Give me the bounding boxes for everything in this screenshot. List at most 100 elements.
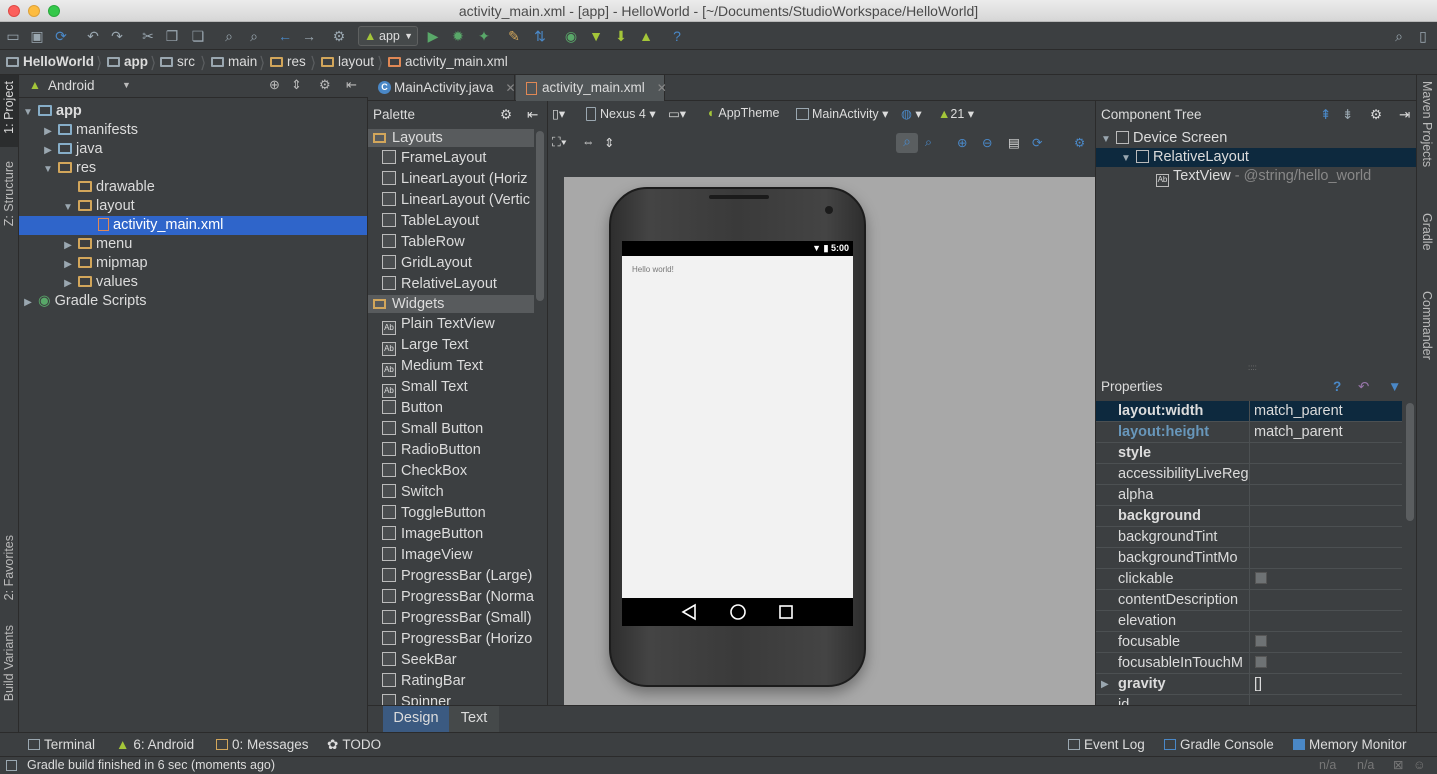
zoom-actual-icon[interactable]: ⌕ (896, 133, 918, 153)
gear-icon[interactable]: ⚙ (319, 77, 331, 93)
properties-scrollbar[interactable] (1406, 403, 1414, 521)
palette-item-relativelayout[interactable]: RelativeLayout (382, 274, 537, 295)
palette-item-progressbar-large-[interactable]: ProgressBar (Large) (382, 566, 537, 587)
palette-item-switch[interactable]: Switch (382, 482, 537, 503)
gear-icon[interactable]: ⚙ (1074, 135, 1085, 150)
zoom-fit-screen-icon[interactable]: ⌕ (925, 135, 932, 150)
sdk-manager-icon[interactable]: ▼ (587, 27, 605, 45)
maven-projects-tool-label[interactable]: Maven Projects (1420, 81, 1434, 167)
property-value[interactable] (1249, 527, 1402, 548)
run-icon[interactable]: ▶ (424, 27, 442, 45)
property-row-contentdescription[interactable]: contentDescription (1096, 590, 1402, 611)
property-row-alpha[interactable]: alpha (1096, 485, 1402, 506)
property-row-id[interactable]: id (1096, 695, 1402, 705)
paste-icon[interactable]: ❏ (189, 27, 207, 45)
palette-item-gridlayout[interactable]: GridLayout (382, 253, 537, 274)
property-row-style[interactable]: style (1096, 443, 1402, 464)
property-row-backgroundtintmo[interactable]: backgroundTintMo (1096, 548, 1402, 569)
palette-item-ratingbar[interactable]: RatingBar (382, 671, 537, 692)
property-row-focusableintouchm[interactable]: focusableInTouchM (1096, 653, 1402, 674)
presentation-icon[interactable]: ▯ (1414, 27, 1432, 45)
inspector-icon[interactable]: ☺ (1413, 757, 1426, 774)
property-value[interactable] (1249, 569, 1402, 590)
property-row-layout-height[interactable]: layout:height match_parent (1096, 422, 1402, 443)
tab-design[interactable]: Design (383, 706, 449, 732)
avd-manager-icon[interactable]: ◉ (562, 27, 580, 45)
palette-item-small-text[interactable]: Ab Small Text (382, 377, 537, 398)
palette-item-progressbar-small-[interactable]: ProgressBar (Small) (382, 608, 537, 629)
tree-item-gradle-scripts[interactable]: ▶ ◉ Gradle Scripts (19, 292, 367, 311)
expand-vertical-icon[interactable]: ⇕ (604, 135, 614, 150)
chevron-right-icon[interactable]: ▶ (1101, 674, 1109, 695)
palette-item-progressbar-norma[interactable]: ProgressBar (Norma (382, 587, 537, 608)
tree-item-layout[interactable]: ▼ layout (19, 197, 367, 216)
property-row-gravity[interactable]: ▶ gravity [] (1096, 674, 1402, 695)
property-row-accessibilitylivereg[interactable]: accessibilityLiveReg (1096, 464, 1402, 485)
cut-icon[interactable]: ✂ (139, 27, 157, 45)
chevron-right-icon[interactable]: ▶ (62, 274, 74, 293)
property-row-clickable[interactable]: clickable (1096, 569, 1402, 590)
activity-select[interactable]: MainActivity ▾ (796, 106, 888, 121)
palette-item-plain-textview[interactable]: Ab Plain TextView (382, 314, 537, 335)
breadcrumb-res[interactable]: res (270, 54, 306, 69)
chevron-right-icon[interactable]: ▶ (22, 293, 34, 312)
attach-debugger-icon[interactable]: ✦ (475, 27, 493, 45)
structure-tool-label[interactable]: Z: Structure (2, 161, 16, 226)
property-row-layout-width[interactable]: layout:width match_parent (1096, 401, 1402, 422)
event-log-button[interactable]: Event Log (1068, 737, 1145, 752)
android-monitor-icon[interactable]: ⬇ (612, 27, 630, 45)
preview-textview[interactable]: Hello world! (632, 265, 674, 274)
chevron-right-icon[interactable]: ▶ (42, 122, 54, 141)
sync-icon[interactable]: ⟳ (52, 27, 70, 45)
breadcrumb-helloworld[interactable]: HelloWorld (6, 54, 94, 69)
property-checkbox[interactable] (1255, 656, 1267, 668)
breadcrumb-app[interactable]: app (107, 54, 148, 69)
forward-icon[interactable]: → (300, 27, 318, 45)
palette-group-widgets[interactable]: Widgets (368, 295, 534, 313)
android-monitor-button[interactable]: ▲ 6: Android (116, 737, 194, 752)
chevron-right-icon[interactable]: ▶ (62, 255, 74, 274)
palette-item-radiobutton[interactable]: RadioButton (382, 440, 537, 461)
open-icon[interactable]: ▭ (4, 27, 22, 45)
commander-tool-label[interactable]: Commander (1420, 291, 1434, 360)
palette-item-tablelayout[interactable]: TableLayout (382, 211, 537, 232)
property-row-backgroundtint[interactable]: backgroundTint (1096, 527, 1402, 548)
chevron-down-icon[interactable]: ▼ (1120, 149, 1132, 168)
property-value[interactable] (1249, 632, 1402, 653)
project-structure-icon[interactable]: ✎ (505, 27, 523, 45)
ddms-icon[interactable]: ▲ (637, 27, 655, 45)
theme-select[interactable]: ◐ AppTheme (708, 106, 780, 120)
chevron-down-icon[interactable]: ▼ (122, 80, 131, 90)
tree-item-drawable[interactable]: drawable (19, 178, 367, 197)
property-checkbox[interactable] (1255, 572, 1267, 584)
minimize-window-button[interactable] (28, 5, 40, 17)
find-icon[interactable]: ⌕ (220, 27, 238, 45)
chevron-down-icon[interactable]: ▼ (1100, 130, 1112, 149)
messages-button[interactable]: 0: Messages (216, 737, 309, 752)
search-everywhere-icon[interactable]: ⌕ (1390, 27, 1408, 45)
property-value[interactable] (1249, 590, 1402, 611)
tab-text[interactable]: Text (449, 706, 499, 732)
palette-item-framelayout[interactable]: FrameLayout (382, 148, 537, 169)
favorites-tool-label[interactable]: 2: Favorites (2, 535, 16, 600)
property-value[interactable] (1249, 506, 1402, 527)
tool-windows-toggle-icon[interactable] (6, 760, 17, 771)
chevron-down-icon[interactable]: ▼ (22, 103, 34, 122)
property-value[interactable]: [] (1249, 674, 1402, 695)
project-view-select[interactable]: Android (48, 78, 95, 93)
palette-item-checkbox[interactable]: CheckBox (382, 461, 537, 482)
component-textview[interactable]: Ab TextView - @string/hello_world (1096, 167, 1416, 187)
breadcrumb-layout[interactable]: layout (321, 54, 374, 69)
property-value[interactable] (1249, 653, 1402, 674)
close-tab-icon[interactable]: ✕ (506, 81, 516, 95)
palette-item-progressbar-horizo[interactable]: ProgressBar (Horizo (382, 629, 537, 650)
tree-item-menu[interactable]: ▶ menu (19, 235, 367, 254)
property-value[interactable] (1249, 464, 1402, 485)
palette-scrollbar[interactable] (536, 131, 544, 301)
replace-icon[interactable]: ⌕ (245, 27, 263, 45)
property-row-focusable[interactable]: focusable (1096, 632, 1402, 653)
redo-icon[interactable]: ↷ (108, 27, 126, 45)
component-device-screen[interactable]: ▼ Device Screen (1096, 129, 1416, 148)
palette-item-imagebutton[interactable]: ImageButton (382, 524, 537, 545)
help-icon[interactable]: ? (1333, 375, 1341, 399)
